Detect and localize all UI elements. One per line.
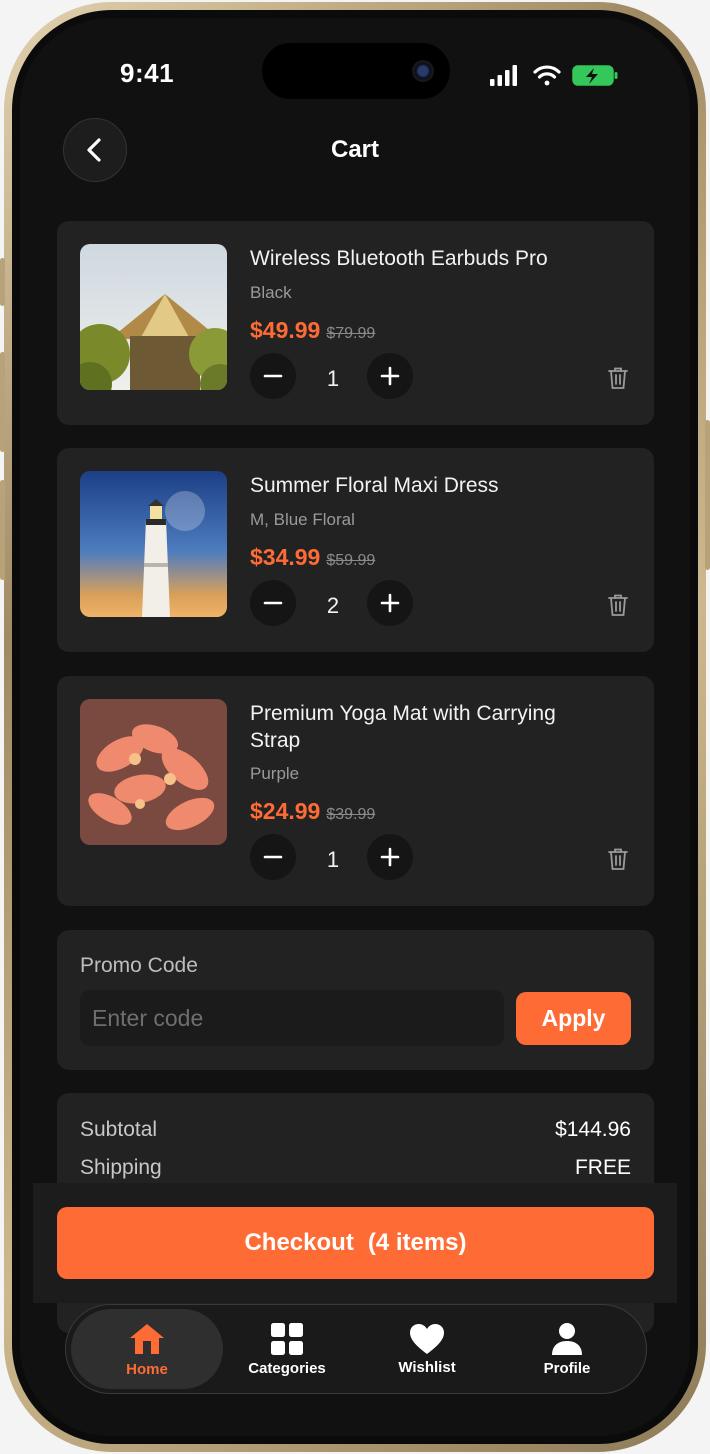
trash-icon[interactable]	[607, 593, 629, 617]
sale-price: $24.99	[250, 798, 321, 824]
original-price: $59.99	[326, 552, 376, 569]
power-button	[705, 420, 710, 570]
promo-code-label: Promo Code	[80, 954, 198, 977]
product-image-yoga-mat[interactable]	[80, 699, 227, 845]
product-image-earbuds[interactable]	[80, 244, 227, 390]
decrease-quantity-button[interactable]	[250, 580, 296, 626]
wifi-icon	[533, 65, 561, 86]
shipping-label: Shipping	[80, 1156, 162, 1179]
plus-icon	[380, 593, 400, 613]
bottom-tab-bar: Home Categories Wishlist Profile	[65, 1304, 647, 1394]
subtotal-row: Subtotal $144.96	[80, 1118, 631, 1142]
heart-icon	[410, 1323, 444, 1354]
app-screen: 9:41 Cart Wireless Bluetooth Earbuds Pro…	[20, 18, 690, 1436]
product-variant: Purple	[250, 764, 300, 783]
plus-icon	[380, 366, 400, 386]
product-name[interactable]: Wireless Bluetooth Earbuds Pro	[250, 245, 590, 272]
cart-item: Wireless Bluetooth Earbuds Pro Black $49…	[57, 221, 654, 425]
checkout-label: Checkout	[244, 1229, 354, 1256]
product-name[interactable]: Premium Yoga Mat with Carrying Strap	[250, 700, 590, 754]
grid-icon	[271, 1322, 303, 1355]
trash-icon[interactable]	[607, 847, 629, 871]
tab-home[interactable]: Home	[71, 1309, 223, 1389]
product-price: $24.99 $39.99	[250, 798, 375, 825]
product-variant: M, Blue Floral	[250, 510, 355, 529]
increase-quantity-button[interactable]	[367, 580, 413, 626]
promo-code-input[interactable]	[80, 990, 504, 1046]
tab-label: Categories	[248, 1359, 326, 1377]
volume-down-button	[0, 480, 5, 580]
product-variant: Black	[250, 283, 292, 302]
cart-item: Summer Floral Maxi Dress M, Blue Floral …	[57, 448, 654, 652]
original-price: $39.99	[326, 806, 376, 823]
minus-icon	[263, 601, 283, 605]
camera-icon	[412, 60, 434, 82]
product-image-dress[interactable]	[80, 471, 227, 617]
promo-code-section: Promo Code Apply	[57, 930, 654, 1070]
quantity-value: 1	[326, 847, 340, 872]
subtotal-label: Subtotal	[80, 1118, 158, 1141]
checkout-item-count: (4 items)	[367, 1229, 467, 1256]
minus-icon	[263, 855, 283, 859]
quantity-value: 1	[326, 366, 340, 391]
trash-icon[interactable]	[607, 366, 629, 390]
tab-label: Home	[126, 1360, 168, 1378]
product-price: $49.99 $79.99	[250, 317, 375, 344]
volume-up-button	[0, 352, 5, 452]
checkout-bar: Checkout (4 items)	[33, 1183, 677, 1303]
sale-price: $49.99	[250, 317, 321, 343]
quantity-value: 2	[326, 593, 340, 618]
signal-icon	[490, 65, 517, 86]
increase-quantity-button[interactable]	[367, 834, 413, 880]
status-icons	[490, 64, 620, 86]
sale-price: $34.99	[250, 544, 321, 570]
tab-label: Profile	[543, 1359, 591, 1377]
shipping-row: Shipping FREE	[80, 1156, 631, 1180]
original-price: $79.99	[326, 325, 376, 342]
battery-icon	[572, 65, 618, 86]
shipping-value: FREE	[574, 1156, 631, 1179]
decrease-quantity-button[interactable]	[250, 834, 296, 880]
status-time: 9:41	[120, 58, 175, 88]
home-icon	[130, 1323, 164, 1354]
apply-button[interactable]: Apply	[516, 992, 631, 1045]
plus-icon	[380, 847, 400, 867]
action-button	[0, 258, 5, 306]
increase-quantity-button[interactable]	[367, 353, 413, 399]
tab-label: Wishlist	[398, 1358, 456, 1376]
product-name[interactable]: Summer Floral Maxi Dress	[250, 472, 590, 499]
product-price: $34.99 $59.99	[250, 544, 375, 571]
decrease-quantity-button[interactable]	[250, 353, 296, 399]
person-icon	[552, 1322, 582, 1355]
page-title: Cart	[330, 136, 379, 163]
subtotal-value: $144.96	[555, 1118, 631, 1141]
tab-categories[interactable]: Categories	[211, 1309, 363, 1389]
checkout-button[interactable]: Checkout (4 items)	[57, 1207, 654, 1279]
dynamic-island	[262, 43, 450, 99]
minus-icon	[263, 374, 283, 378]
tab-profile[interactable]: Profile	[491, 1309, 643, 1389]
cart-item: Premium Yoga Mat with Carrying Strap Pur…	[57, 676, 654, 906]
tab-wishlist[interactable]: Wishlist	[351, 1309, 503, 1389]
